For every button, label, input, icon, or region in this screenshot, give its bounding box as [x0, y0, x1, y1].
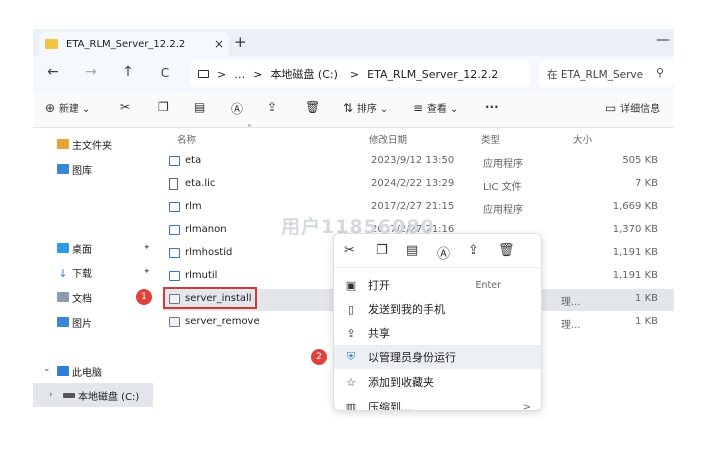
application-icon — [169, 225, 180, 235]
search-icon: ⚲ — [655, 66, 664, 79]
menu-item-send-to-phone[interactable]: ▯ 发送到我的手机 — [334, 297, 541, 321]
tab-title: ETA_RLM_Server_12.2.2 — [66, 38, 186, 50]
open-icon: ▣ — [345, 278, 357, 292]
file-icon — [169, 178, 178, 190]
application-icon — [169, 202, 180, 212]
sort-chevron-icon: ˄ — [247, 124, 252, 135]
copy-icon[interactable]: ❐ — [376, 243, 388, 258]
highlight-box — [163, 287, 257, 309]
address-bar[interactable]: > … > 本地磁盘 (C:) > ETA_RLM_Server_12.2.2 — [190, 61, 530, 87]
more-options-button[interactable]: ··· — [485, 100, 499, 114]
chevron-down-icon[interactable]: ⌄ — [43, 364, 51, 374]
chevron-right-icon[interactable]: › — [49, 390, 53, 400]
sidebar-item-gallery[interactable]: 图库 — [57, 159, 92, 179]
step-badge: 1 — [136, 289, 152, 305]
tab-eta-rlm-server[interactable]: ETA_RLM_Server_12.2.2 × — [39, 32, 229, 56]
computer-icon — [57, 366, 69, 376]
step-badge: 2 — [311, 349, 327, 365]
sidebar-item-drive-c[interactable]: 本地磁盘 (C:) — [63, 385, 139, 405]
zip-icon: ▥ — [345, 400, 357, 411]
download-icon: ↓ — [58, 267, 68, 280]
view-button[interactable]: ≡ 查看 ⌄ — [413, 100, 458, 115]
sidebar-item-documents[interactable]: 文档 — [57, 287, 92, 307]
share-icon: ⇪ — [346, 326, 356, 340]
gallery-icon — [57, 164, 69, 174]
delete-icon[interactable]: 🗑 — [305, 100, 320, 114]
desktop-icon — [57, 243, 69, 253]
home-icon — [57, 139, 69, 149]
copy-icon[interactable]: ❐ — [158, 100, 169, 114]
menu-item-share[interactable]: ⇪ 共享 — [334, 321, 541, 345]
navigation-pane: 主文件夹 图库 桌面 ✦ ↓ 下载 ✦ 文档 ✦ 图片 ⌄ 此电脑 — [33, 128, 155, 411]
file-row[interactable]: eta.lic 2024/2/22 13:29 LIC 文件 7 KB — [163, 174, 674, 196]
share-icon[interactable]: ⇪ — [468, 243, 479, 258]
script-icon — [169, 317, 180, 327]
menu-item-open[interactable]: ▣ 打开 Enter — [334, 273, 541, 297]
column-header-type[interactable]: 类型 — [481, 132, 500, 146]
tab-bar: ETA_RLM_Server_12.2.2 × + — — [33, 29, 674, 56]
breadcrumb-sep: > — [217, 67, 227, 81]
breadcrumb-more[interactable]: … — [234, 68, 245, 81]
paste-icon[interactable]: ▤ — [194, 100, 205, 114]
sidebar-item-this-pc[interactable]: 此电脑 — [57, 361, 102, 381]
breadcrumb-sep: > — [253, 67, 263, 81]
application-icon — [169, 248, 180, 258]
up-button[interactable]: ↑ — [118, 64, 138, 80]
pin-icon: ✦ — [143, 267, 151, 277]
menu-item-add-to-favorites[interactable]: ☆ 添加到收藏夹 — [334, 370, 541, 394]
sidebar-item-downloads[interactable]: ↓ 下载 — [57, 262, 92, 282]
menu-item-run-as-admin[interactable]: ⛨ 以管理员身份运行 — [334, 345, 541, 369]
refresh-button[interactable]: C — [155, 66, 175, 80]
pictures-icon — [57, 317, 69, 327]
rename-icon[interactable]: Ⓐ — [231, 100, 243, 117]
navigation-bar: ← → ↑ C > … > 本地磁盘 (C:) > ETA_RLM_Server… — [33, 56, 674, 92]
search-placeholder: 在 ETA_RLM_Serve — [547, 68, 644, 81]
shield-icon: ⛨ — [346, 350, 356, 363]
application-icon — [169, 271, 180, 281]
close-tab-icon[interactable]: × — [209, 37, 229, 51]
paste-icon[interactable]: ▤ — [406, 243, 418, 258]
sidebar-item-pictures[interactable]: 图片 — [57, 312, 92, 332]
context-menu-icon-row: ✂ ❐ ▤ Ⓐ ⇪ 🗑 — [334, 234, 541, 268]
column-header-size[interactable]: 大小 — [573, 132, 592, 146]
breadcrumb-drive[interactable]: 本地磁盘 (C:) — [270, 66, 337, 82]
menu-item-compress[interactable]: ▥ 压缩到... > — [334, 395, 541, 411]
sort-button[interactable]: ⇅ 排序 ⌄ — [343, 100, 388, 115]
rename-icon[interactable]: Ⓐ — [437, 243, 450, 262]
context-menu: ✂ ❐ ▤ Ⓐ ⇪ 🗑 ▣ 打开 Enter ▯ 发送到我的手机 ⇪ 共享 ⛨ … — [333, 233, 542, 411]
new-button[interactable]: ⊕ 新建 ⌄ — [45, 100, 90, 115]
column-header-name[interactable]: 名称 — [177, 132, 196, 146]
forward-button[interactable]: → — [81, 64, 101, 80]
application-icon — [169, 156, 180, 166]
details-pane-button[interactable]: ▭ 详细信息 — [605, 100, 660, 115]
sidebar-item-home[interactable]: 主文件夹 — [57, 134, 112, 154]
breadcrumb-folder[interactable]: ETA_RLM_Server_12.2.2 — [367, 68, 498, 81]
documents-icon — [57, 292, 69, 302]
cut-icon[interactable]: ✂ — [344, 243, 355, 258]
star-icon: ☆ — [346, 375, 356, 389]
phone-icon: ▯ — [347, 302, 355, 316]
sidebar-item-desktop[interactable]: 桌面 — [57, 238, 92, 258]
share-icon[interactable]: ⇪ — [267, 100, 277, 114]
cut-icon[interactable]: ✂ — [120, 100, 130, 114]
delete-icon[interactable]: 🗑 — [498, 243, 515, 258]
folder-icon — [45, 39, 58, 49]
chevron-right-icon: > — [522, 401, 531, 411]
minimize-button[interactable]: — — [656, 32, 670, 48]
computer-icon — [198, 70, 209, 78]
column-header-date[interactable]: 修改日期 — [369, 132, 407, 146]
back-button[interactable]: ← — [43, 64, 63, 80]
new-tab-button[interactable]: + — [234, 33, 247, 51]
drive-icon — [63, 392, 75, 398]
command-bar: ⊕ 新建 ⌄ ✂ ❐ ▤ Ⓐ ⇪ 🗑 ⇅ 排序 ⌄ ≡ 查看 ⌄ ··· ▭ 详细信息 — [33, 92, 674, 128]
file-row[interactable]: eta 2023/9/12 13:50 应用程序 505 KB — [163, 151, 674, 173]
pin-icon: ✦ — [143, 243, 151, 253]
search-input[interactable]: 在 ETA_RLM_Serve ⚲ — [539, 61, 674, 87]
breadcrumb-sep: > — [349, 67, 360, 81]
